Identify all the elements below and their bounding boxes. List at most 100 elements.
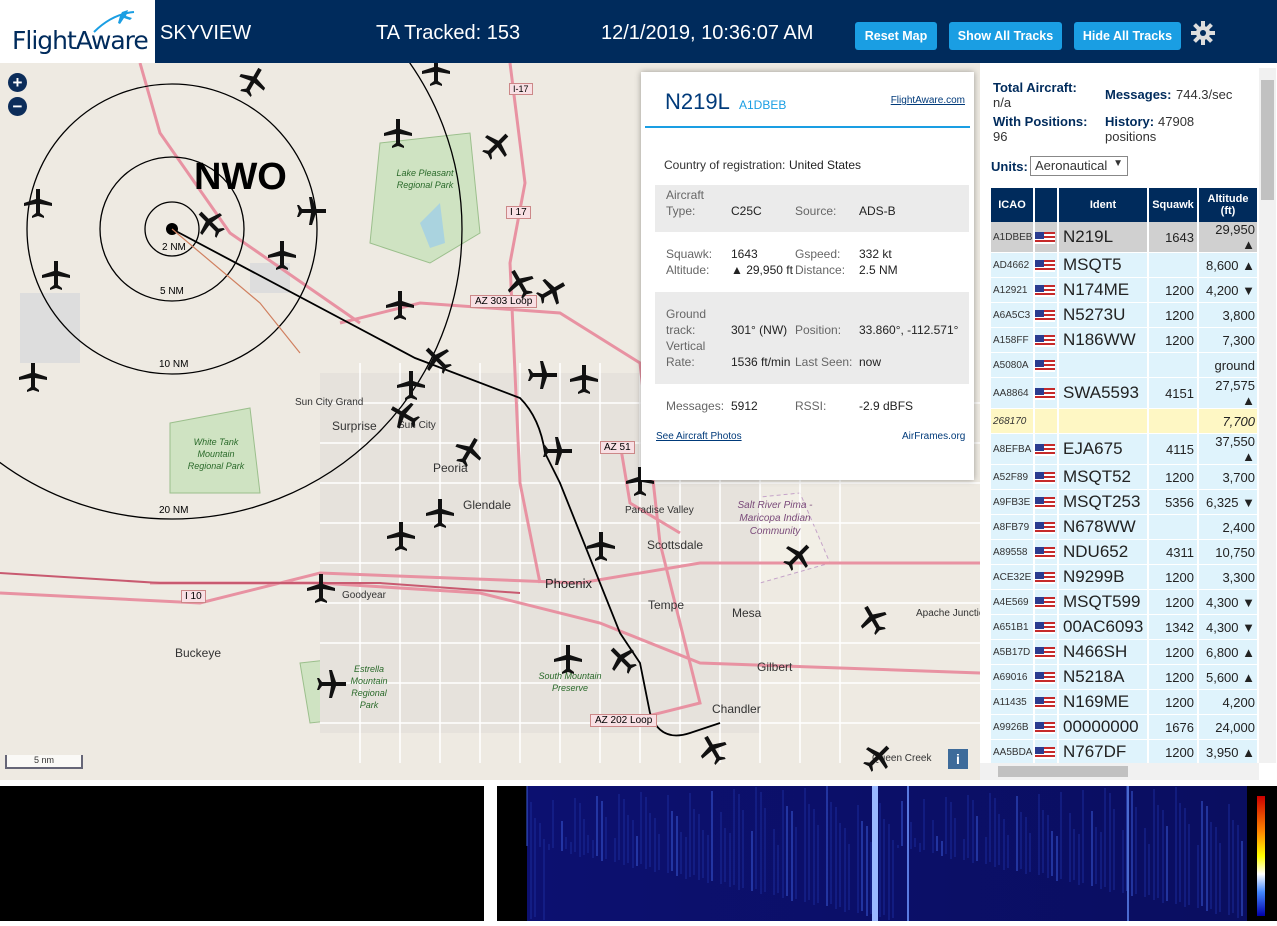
table-row[interactable]: A8EFBA EJA675 4115 37,550 ▲ (991, 434, 1259, 465)
table-row[interactable]: A5B17D N466SH 1200 6,800 ▲ (991, 640, 1259, 665)
cell-flag (1035, 515, 1059, 540)
settings-gear-icon[interactable] (1190, 20, 1216, 46)
cell-altitude: 4,300 ▼ (1199, 615, 1259, 640)
table-row[interactable]: A158FF N186WW 1200 7,300 (991, 328, 1259, 353)
table-vertical-scrollbar[interactable] (1259, 68, 1276, 763)
table-row[interactable]: ACE32E N9299B 1200 3,300 (991, 565, 1259, 590)
place-label: Gilbert (757, 660, 793, 674)
aircraft-marker-icon[interactable] (541, 434, 575, 468)
vertical-rate-label: Vertical Rate: (666, 339, 706, 369)
table-row[interactable]: A4E569 MSQT599 1200 4,300 ▼ (991, 590, 1259, 615)
aircraft-type-value: C25C (731, 204, 762, 218)
gspeed-label: Gspeed: (795, 247, 841, 261)
table-row[interactable]: AD4662 MSQT5 8,600 ▲ (991, 253, 1259, 278)
col-flag[interactable] (1035, 188, 1059, 222)
aircraft-marker-icon[interactable] (265, 238, 299, 272)
show-all-tracks-button[interactable]: Show All Tracks (949, 22, 1062, 50)
aircraft-marker-icon[interactable] (16, 360, 50, 394)
cell-ident: N466SH (1059, 640, 1149, 665)
road-shield: I-17 (509, 83, 533, 95)
us-flag-icon (1035, 722, 1055, 735)
cell-flag (1035, 434, 1059, 465)
cell-ident: N767DF (1059, 740, 1149, 765)
us-flag-icon (1035, 697, 1055, 710)
table-row[interactable]: A1DBEB N219L 1643 29,950 ▲ (991, 222, 1259, 253)
waterfall-signal (872, 786, 878, 921)
cell-flag (1035, 409, 1059, 434)
table-row[interactable]: 268170 7,700 (991, 409, 1259, 434)
table-row[interactable]: AA8864 SWA5593 4151 27,575 ▲ (991, 378, 1259, 409)
cell-flag (1035, 278, 1059, 303)
place-label: Scottsdale (647, 538, 704, 552)
col-ident[interactable]: Ident (1059, 188, 1149, 222)
zoom-in-button[interactable]: + (8, 73, 27, 92)
table-row[interactable]: A11435 N169ME 1200 4,200 (991, 690, 1259, 715)
place-label: Goodyear (342, 590, 386, 601)
table-row[interactable]: A9926B 00000000 1676 24,000 (991, 715, 1259, 740)
aircraft-marker-icon[interactable] (39, 258, 73, 292)
aircraft-photos-link[interactable]: See Aircraft Photos (656, 431, 742, 442)
aircraft-marker-icon[interactable] (384, 519, 418, 553)
table-row[interactable]: A89558 NDU652 4311 10,750 (991, 540, 1259, 565)
col-squawk[interactable]: Squawk (1149, 188, 1199, 222)
flightaware-logo[interactable]: FlightAware (0, 0, 155, 63)
plane-logo-icon (93, 10, 135, 33)
messages-label: Messages: (666, 399, 725, 413)
table-row[interactable]: A6A5C3 N5273U 1200 3,800 (991, 303, 1259, 328)
units-select[interactable]: Aeronautical ▼ (1030, 156, 1128, 176)
us-flag-icon (1035, 497, 1055, 510)
airframes-link[interactable]: AirFrames.org (902, 431, 965, 442)
cell-squawk (1149, 253, 1199, 278)
zoom-out-button[interactable]: − (8, 97, 27, 116)
table-row[interactable]: A52F89 MSQT52 1200 3,700 (991, 465, 1259, 490)
table-row[interactable]: A5080A ground (991, 353, 1259, 378)
scrollbar-thumb[interactable] (1261, 80, 1274, 200)
aircraft-marker-icon[interactable] (567, 362, 601, 396)
chevron-down-icon: ▼ (1113, 158, 1123, 169)
cell-flag (1035, 490, 1059, 515)
flightaware-link[interactable]: FlightAware.com (891, 95, 965, 106)
place-label: Lake Pleasant Regional Park (396, 168, 454, 190)
col-altitude[interactable]: Altitude (ft) (1199, 188, 1259, 222)
aircraft-marker-icon[interactable] (21, 186, 55, 220)
distance-label: Distance: (795, 263, 846, 277)
info-button[interactable]: i (948, 749, 968, 769)
aircraft-marker-icon[interactable] (295, 194, 329, 228)
cell-flag (1035, 665, 1059, 690)
scrollbar-thumb[interactable] (998, 766, 1128, 777)
cell-ident: 00000000 (1059, 715, 1149, 740)
aircraft-marker-icon[interactable] (383, 288, 417, 322)
cell-ident: 00AC6093 (1059, 615, 1149, 640)
cell-flag (1035, 353, 1059, 378)
cell-icao: A158FF (991, 328, 1035, 353)
table-row[interactable]: AA5BDA N767DF 1200 3,950 ▲ (991, 740, 1259, 765)
us-flag-icon (1035, 647, 1055, 660)
col-icao[interactable]: ICAO (991, 188, 1035, 222)
table-row[interactable]: A12921 N174ME 1200 4,200 ▼ (991, 278, 1259, 303)
place-label: Chandler (712, 702, 761, 716)
aircraft-marker-icon[interactable] (315, 667, 349, 701)
table-row[interactable]: A8FB79 N678WW 2,400 (991, 515, 1259, 540)
place-label: Tempe (648, 598, 685, 612)
cell-altitude: 24,000 (1199, 715, 1259, 740)
table-horizontal-scrollbar[interactable] (980, 763, 1259, 780)
aircraft-marker-icon[interactable] (423, 496, 457, 530)
aircraft-marker-icon[interactable] (381, 116, 415, 150)
reset-map-button[interactable]: Reset Map (855, 22, 937, 50)
aircraft-marker-icon[interactable] (419, 63, 453, 88)
units-label: Units: (991, 159, 1028, 174)
datetime: 12/1/2019, 10:36:07 AM (601, 22, 814, 44)
hide-all-tracks-button[interactable]: Hide All Tracks (1074, 22, 1181, 50)
aircraft-marker-icon[interactable] (526, 358, 560, 392)
aircraft-marker-icon[interactable] (584, 529, 618, 563)
place-label: Sun City Grand (295, 397, 364, 408)
us-flag-icon (1035, 285, 1055, 298)
cell-squawk: 1676 (1149, 715, 1199, 740)
aircraft-marker-icon[interactable] (304, 571, 338, 605)
table-row[interactable]: A9FB3E MSQT253 5356 6,325 ▼ (991, 490, 1259, 515)
cell-icao: A52F89 (991, 465, 1035, 490)
cell-flag (1035, 253, 1059, 278)
table-row[interactable]: A651B1 00AC6093 1342 4,300 ▼ (991, 615, 1259, 640)
table-row[interactable]: A69016 N5218A 1200 5,600 ▲ (991, 665, 1259, 690)
aircraft-marker-icon[interactable] (551, 642, 585, 676)
